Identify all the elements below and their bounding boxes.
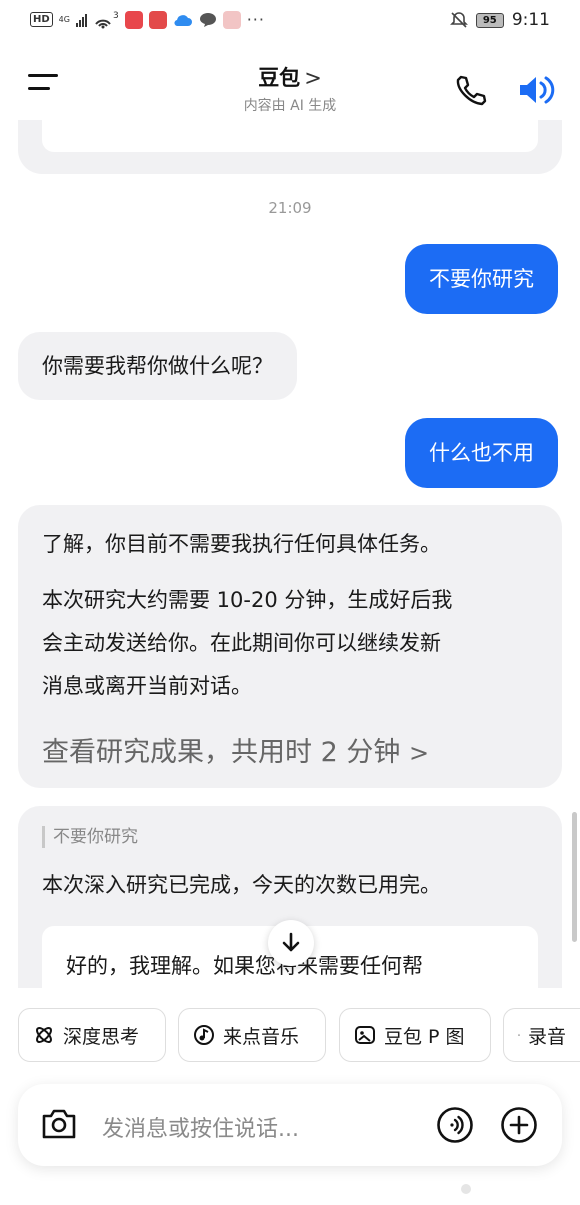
message-paragraph: 会主动发送给你。在此期间你可以继续发新 [42,631,441,655]
more-icon: ··· [246,10,265,29]
message-paragraph: 消息或离开当前对话。 [42,674,252,698]
user-message[interactable]: 什么也不用 [405,418,558,488]
phone-icon[interactable] [452,72,488,108]
app-notification-icon [124,10,143,29]
status-bar: HD 4G 3 ··· 95 9:11 [0,0,580,44]
image-edit-icon [355,1026,375,1044]
music-icon [194,1025,214,1045]
quoted-message: 不要你研究 [42,826,538,848]
scrollbar-thumb[interactable] [572,812,577,942]
report-preview-text: 好的，我理解。如果您将来需要任何帮 [66,954,423,978]
message-paragraph: 本次深入研究已完成，今天的次数已用完。 [42,873,441,897]
home-indicator [461,1184,471,1194]
signal-icon [75,13,87,27]
quick-action-label: 豆包 P 图 [384,1025,465,1048]
scroll-to-bottom-button[interactable] [268,920,314,966]
message-paragraph: 了解，你目前不需要我执行任何具体任务。 [42,532,441,556]
hotspot-count: 3 [112,10,119,21]
battery-level: 95 [475,12,504,28]
view-research-link[interactable]: 查看研究成果，共用时 2 分钟 > [42,730,538,769]
speaker-icon[interactable] [516,72,556,108]
quick-action-deep-think[interactable]: 深度思考 [18,1008,166,1062]
quick-action-label: 录音 [527,1025,566,1048]
chat-icon [199,12,216,27]
clock: 9:11 [511,10,550,30]
page-subtitle: 内容由 AI 生成 [243,98,337,114]
page-title[interactable]: 豆包 > [190,62,390,92]
voice-call-icon[interactable] [436,1106,474,1144]
message-input[interactable]: 发消息或按住说话... [102,1111,299,1143]
bell-off-icon [449,12,468,28]
quick-action-music[interactable]: 来点音乐 [178,1008,326,1062]
app-notification-icon [148,10,167,29]
bot-message[interactable]: 你需要我帮你做什么呢？ [18,332,297,400]
menu-icon[interactable] [28,74,62,104]
atom-icon [36,1027,52,1043]
previous-message-inner [42,120,538,152]
hd-badge: HD [30,12,53,27]
message-paragraph: 本次研究大约需要 10-20 分钟，生成好后我 [42,588,453,612]
gift-icon [222,10,241,29]
plus-icon[interactable] [500,1106,538,1144]
quick-action-record[interactable]: 录音 [503,1008,580,1062]
status-right: 95 9:11 [449,10,550,30]
chevron-right-icon: > [304,66,322,90]
view-research-label: 查看研究成果，共用时 2 分钟 [42,737,401,768]
quick-action-label: 来点音乐 [223,1025,300,1048]
bot-message-research[interactable]: 了解，你目前不需要我执行任何具体任务。 本次研究大约需要 10-20 分钟，生成… [18,505,562,788]
title-area[interactable]: 豆包 > 内容由 AI 生成 [190,62,390,115]
quick-action-label: 深度思考 [63,1025,140,1048]
mic-icon [518,1034,520,1036]
message-input-bar: 发消息或按住说话... [18,1084,562,1166]
network-type: 4G [58,15,70,24]
status-left: HD 4G 3 ··· [30,10,265,29]
chevron-right-icon: > [408,739,430,767]
hotspot-icon [95,19,111,28]
arrow-down-icon [282,932,300,952]
timestamp: 21:09 [268,199,312,217]
quick-action-image-edit[interactable]: 豆包 P 图 [339,1008,491,1062]
camera-icon[interactable] [40,1106,78,1142]
page-title-text: 豆包 [258,66,301,90]
user-message[interactable]: 不要你研究 [405,244,558,314]
cloud-icon [174,14,192,26]
